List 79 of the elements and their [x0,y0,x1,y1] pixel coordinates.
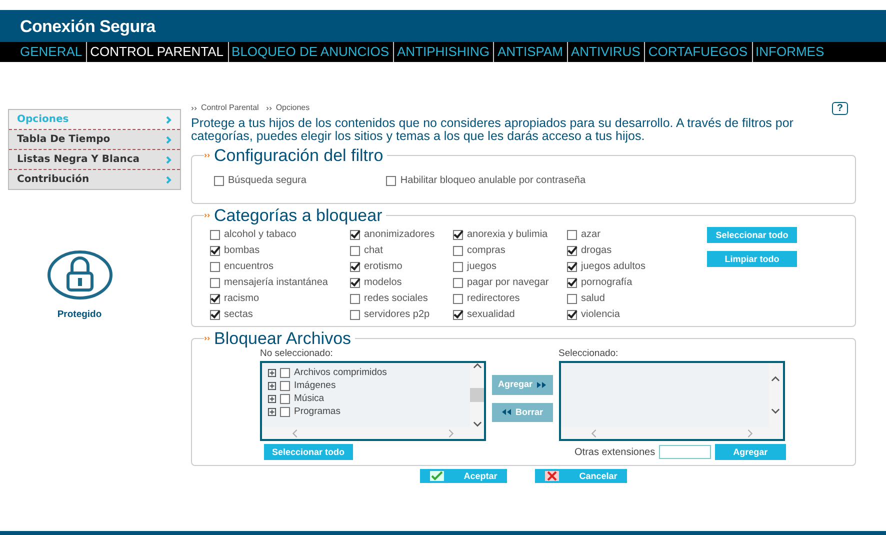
tree-item[interactable]: Imágenes [268,379,464,392]
sidebar-item[interactable]: Listas Negra Y Blanca [9,150,180,170]
scroll-thumb[interactable] [470,388,484,402]
category-checkbox[interactable]: anorexia y bulimia [453,227,567,242]
expand-icon[interactable] [268,382,276,390]
close-icon [545,470,560,481]
double-chevron-icon [204,336,210,341]
section-title: Categorías a bloquear [214,207,382,224]
list-label: No seleccionado: [260,348,334,361]
category-checkbox[interactable]: juegos adultos [567,259,707,274]
extensions-label: Otras extensiones [574,446,656,460]
extensions-field[interactable] [659,445,712,460]
category-checkbox[interactable]: redirectores [453,291,567,306]
double-arrow-icon [536,382,547,388]
section-title: Configuración del filtro [214,147,384,164]
checkmark-icon [430,470,444,481]
category-checkbox[interactable]: mensajería instantánea [210,275,350,290]
category-checkbox[interactable]: salud [567,291,707,306]
scroll-up-icon[interactable] [472,363,482,370]
category-checkbox[interactable]: servidores p2p [350,307,453,322]
chevron-icon [166,176,172,184]
tree-item[interactable]: Música [268,392,464,406]
double-chevron-icon [191,106,197,110]
tree-item[interactable]: Archivos comprimidos [268,366,464,380]
category-checkbox[interactable]: juegos [453,259,567,274]
chevron-icon [166,156,172,164]
category-checkbox[interactable]: alcohol y tabaco [210,227,350,242]
category-checkbox[interactable]: azar [567,227,707,242]
section-title: Bloquear Archivos [214,330,352,347]
nav-tab[interactable]: INFORMES [752,42,828,62]
category-checkbox[interactable]: bombas [210,243,350,258]
category-checkbox[interactable]: pornografía [567,275,707,290]
category-checkbox[interactable]: chat [350,243,453,258]
category-checkbox[interactable]: sectas [210,307,350,322]
status-label: Protegido [57,308,102,322]
tree-item[interactable]: Programas [268,405,464,418]
nav-tab[interactable]: ANTIPHISHING [393,42,494,62]
category-checkbox[interactable]: pagar por navegar [453,275,567,290]
category-checkbox[interactable]: modelos [350,275,453,290]
sidebar-item[interactable]: Contribución [9,170,180,189]
category-checkbox[interactable]: encuentros [210,259,350,274]
nav-tab[interactable]: BLOQUEO DE ANUNCIOS [228,42,394,62]
expand-icon[interactable] [268,368,276,377]
nav-tab[interactable]: CORTAFUEGOS [644,42,752,62]
nav-tab[interactable]: ANTIVIRUS [566,42,644,62]
nav-tab[interactable]: GENERAL [20,42,86,62]
padlock-icon [46,250,112,300]
double-chevron-icon [204,213,210,218]
checkbox-option[interactable]: Búsqueda segura [214,173,306,188]
category-checkbox[interactable]: compras [453,243,567,258]
app-title: Conexión Segura [0,10,886,42]
expand-icon[interactable] [268,408,276,416]
scroll-down-icon[interactable] [472,421,482,428]
category-checkbox[interactable]: violencia [567,307,707,322]
double-arrow-icon [502,409,512,416]
double-chevron-icon [266,106,272,110]
list-label: Seleccionado: [558,347,620,361]
category-checkbox[interactable]: anonimizadores [350,227,453,242]
expand-icon[interactable] [268,394,276,403]
breadcrumb-item[interactable]: Control Parental [201,102,259,114]
scrollbar[interactable] [470,363,484,428]
sidebar-item[interactable]: Tabla De Tiempo [9,130,180,150]
breadcrumb-item[interactable]: Opciones [276,102,310,114]
nav-tab[interactable]: CONTROL PARENTAL [86,42,228,62]
category-checkbox[interactable]: drogas [567,243,707,258]
scroll-up-icon[interactable] [771,376,780,382]
help-button[interactable]: ? [832,102,848,115]
intro-text: Protege a tus hijos de los contenidos que no consideres apropiados para su desarrollo. A través de filtros por categorías, puedes elegir los sitios y temas a los que les darás acceso a tus hijos. [191,117,794,143]
scrollbar[interactable] [768,363,783,428]
chevron-icon [166,116,172,124]
category-checkbox[interactable]: redes sociales [350,291,453,306]
checkbox-option[interactable]: Habilitar bloqueo anulable por contraseña [386,173,586,188]
chevron-icon [166,136,172,144]
double-chevron-icon [204,153,210,158]
nav-tab[interactable]: ANTISPAM [493,42,567,62]
category-checkbox[interactable]: erotismo [350,259,453,274]
scroll-down-icon[interactable] [771,408,780,414]
category-checkbox[interactable]: racismo [210,291,350,306]
category-checkbox[interactable]: sexualidad [453,307,567,322]
